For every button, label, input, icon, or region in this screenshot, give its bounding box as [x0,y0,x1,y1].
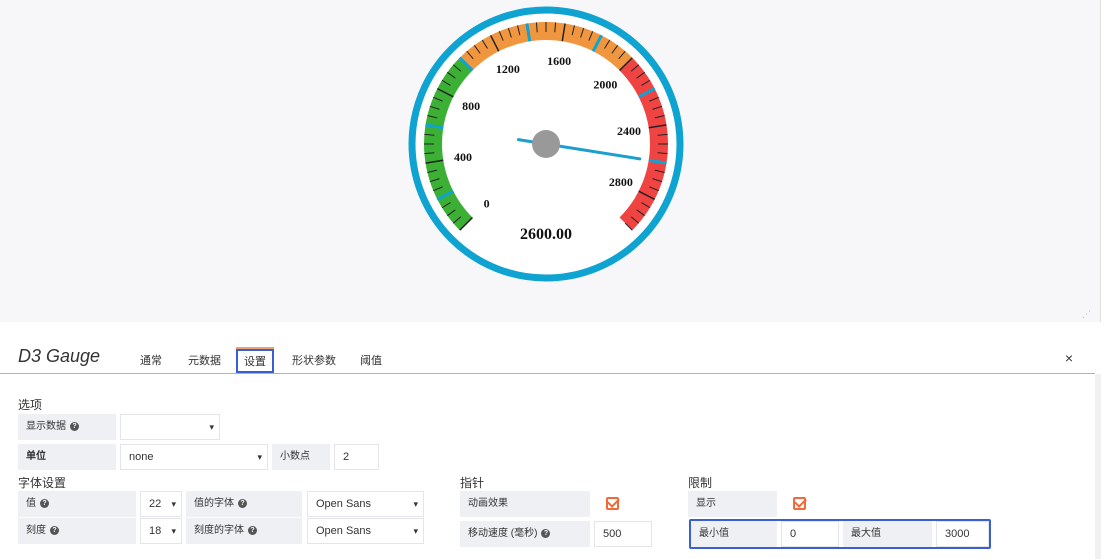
gauge-chart: 0 400 800 1200 1600 2000 2400 2800 2600.00 [408,6,684,282]
show-data-select[interactable] [120,414,220,440]
gauge-tick-label: 2800 [609,175,633,189]
gauge-tick-label: 2400 [617,124,641,138]
gauge-needle-hub [532,130,560,158]
value-font-label: 值的字体? [186,491,302,517]
tab-thresholds[interactable]: 阈值 [360,348,382,374]
panel-title: D3 Gauge [18,346,101,366]
section-title-limits: 限制 [688,476,713,490]
unit-label: 单位 [18,444,116,470]
tab-settings[interactable]: 设置 [236,347,274,373]
limits-show-checkbox[interactable] [781,491,825,517]
checkbox-checked-icon [793,497,806,510]
value-font-select[interactable]: Open Sans [307,491,424,517]
resize-handle-icon[interactable]: ⋰ [1082,310,1091,319]
unit-select[interactable]: none [120,444,268,470]
scrollbar-track[interactable] [1095,374,1101,559]
limits-show-label: 显示 [688,491,777,517]
limits-highlight [689,519,991,549]
gauge-tick-label: 0 [484,196,490,210]
tab-metadata[interactable]: 元数据 [188,348,221,374]
help-icon[interactable]: ? [248,526,257,535]
gauge-value-text: 2600.00 [520,226,572,243]
close-icon[interactable]: × [1065,350,1073,366]
checkbox-checked-icon [606,497,619,510]
gauge-tick-label: 1600 [547,54,571,68]
decimals-input[interactable]: 2 [334,444,379,470]
gauge-tick-label: 1200 [496,62,520,76]
help-icon[interactable]: ? [541,529,551,538]
help-icon[interactable]: ? [50,526,59,535]
tab-general[interactable]: 通常 [140,348,162,374]
gauge-tick-label: 800 [462,99,480,113]
section-title-options: 选项 [18,398,43,412]
animate-label: 动画效果 [460,491,590,517]
editor-header: D3 Gauge 通常 元数据 设置 形状参数 阈值 × [0,322,1095,374]
help-icon[interactable]: ? [40,499,49,508]
animate-checkbox[interactable] [594,491,638,517]
value-size-select[interactable]: 22 [140,491,182,517]
scale-font-select[interactable]: Open Sans [307,518,424,544]
scale-font-label: 刻度的字体? [186,518,302,544]
speed-input[interactable]: 500 [594,521,652,547]
gauge-preview: 0 400 800 1200 1600 2000 2400 2800 2600.00 ⋰ [0,0,1101,322]
tab-shape-params[interactable]: 形状参数 [292,348,336,374]
show-data-label: 显示数据? [18,414,116,440]
value-size-label: 值? [18,491,136,517]
help-icon[interactable]: ? [70,422,79,431]
panel-editor: D3 Gauge 通常 元数据 设置 形状参数 阈值 × 选项 显示数据? 单位… [0,322,1101,559]
scale-size-label: 刻度? [18,518,136,544]
help-icon[interactable]: ? [238,499,247,508]
scale-size-select[interactable]: 18 [140,518,182,544]
section-title-fonts: 字体设置 [18,476,67,490]
section-title-needle: 指针 [460,476,485,490]
gauge-tick-label: 2000 [593,78,617,92]
speed-label: 移动速度 (毫秒)? [460,521,590,547]
gauge-tick-label: 400 [454,150,472,164]
decimals-label: 小数点 [272,444,330,470]
